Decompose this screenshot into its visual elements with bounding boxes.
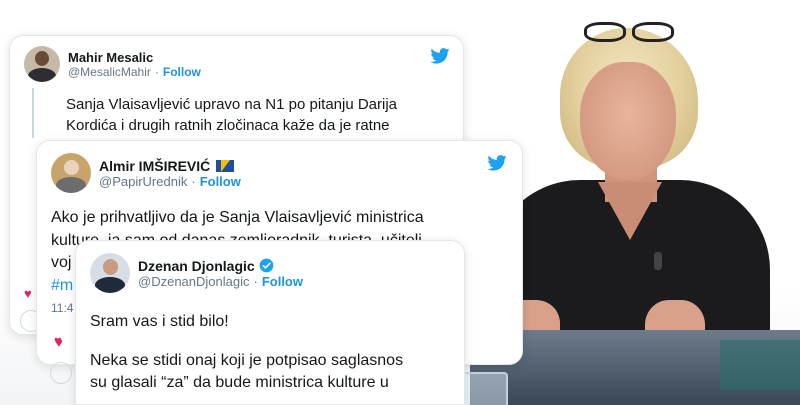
follow-button[interactable]: Follow xyxy=(163,65,201,79)
twitter-bird-icon xyxy=(430,48,450,64)
follow-button[interactable]: Follow xyxy=(262,274,303,289)
person-collar xyxy=(598,182,662,240)
tweet-text-line: Kordića i drugih ratnih zločinaca kaže d… xyxy=(66,117,390,135)
tweet-text: Sanja Vlaisavljević upravo na N1 po pita… xyxy=(66,94,463,137)
tweet-text: Sram vas i stid bilo! Neka se stidi onaj… xyxy=(90,311,464,395)
tweet-author-name[interactable]: Mahir Mesalic xyxy=(68,50,201,65)
bosnia-flag-icon xyxy=(216,159,235,172)
person-face xyxy=(580,62,676,180)
separator-dot: · xyxy=(253,273,258,289)
tweet-handle-row: @PapirUrednik · Follow xyxy=(99,174,241,189)
tweet-author-row: Dzenan Djonlagic xyxy=(138,258,303,274)
tweet-text-line: Neka se stidi onaj koji je potpisao sagl… xyxy=(90,351,404,369)
follow-button[interactable]: Follow xyxy=(200,174,241,189)
tweet-text-line: Sanja Vlaisavljević upravo na N1 po pita… xyxy=(66,96,398,113)
tweet-card-djonlagic[interactable]: Dzenan Djonlagic @DzenanDjonlagic · Foll… xyxy=(75,240,465,405)
tweet-handle-row: @MesalicMahir · Follow xyxy=(68,65,201,79)
heart-icon[interactable]: ♥ xyxy=(54,333,62,348)
tweet-header: Dzenan Djonlagic @DzenanDjonlagic · Foll… xyxy=(90,253,303,293)
tweet-handle-row: @DzenanDjonlagic · Follow xyxy=(138,274,303,289)
thread-line xyxy=(32,88,34,138)
twitter-bird-icon xyxy=(487,155,507,171)
tweet-handle[interactable]: @DzenanDjonlagic xyxy=(138,274,249,289)
verified-badge-icon xyxy=(259,258,274,273)
tweet-text-line: su glasali “za” da bude ministrica kultu… xyxy=(90,374,389,392)
tweet-author-row: Almir IMŠIREVIĆ xyxy=(99,158,241,174)
tweet-author-name[interactable]: Dzenan Djonlagic xyxy=(138,258,255,274)
studio-screen xyxy=(720,340,800,390)
avatar[interactable] xyxy=(51,153,91,193)
avatar[interactable] xyxy=(24,46,60,82)
tweet-header: Mahir Mesalic @MesalicMahir · Follow xyxy=(24,46,201,82)
tweet-text-line: Sram vas i stid bilo! xyxy=(90,313,229,330)
tweet-author-name[interactable]: Almir IMŠIREVIĆ xyxy=(99,158,210,174)
tweet-text-line: Ako je prihvatljivo da je Sanja Vlaisavl… xyxy=(51,209,424,226)
tweet-header: Almir IMŠIREVIĆ @PapirUrednik · Follow xyxy=(51,153,241,193)
tweet-handle[interactable]: @MesalicMahir xyxy=(68,65,151,79)
reply-icon[interactable] xyxy=(50,362,72,384)
tweet-timestamp[interactable]: 11:4 xyxy=(51,301,73,315)
separator-dot: · xyxy=(154,64,159,79)
heart-icon[interactable]: ♥ xyxy=(24,286,32,301)
separator-dot: · xyxy=(191,173,196,189)
glasses-icon xyxy=(580,22,680,44)
tweet-handle[interactable]: @PapirUrednik xyxy=(99,174,187,189)
microphone-icon xyxy=(654,252,662,270)
avatar[interactable] xyxy=(90,253,130,293)
